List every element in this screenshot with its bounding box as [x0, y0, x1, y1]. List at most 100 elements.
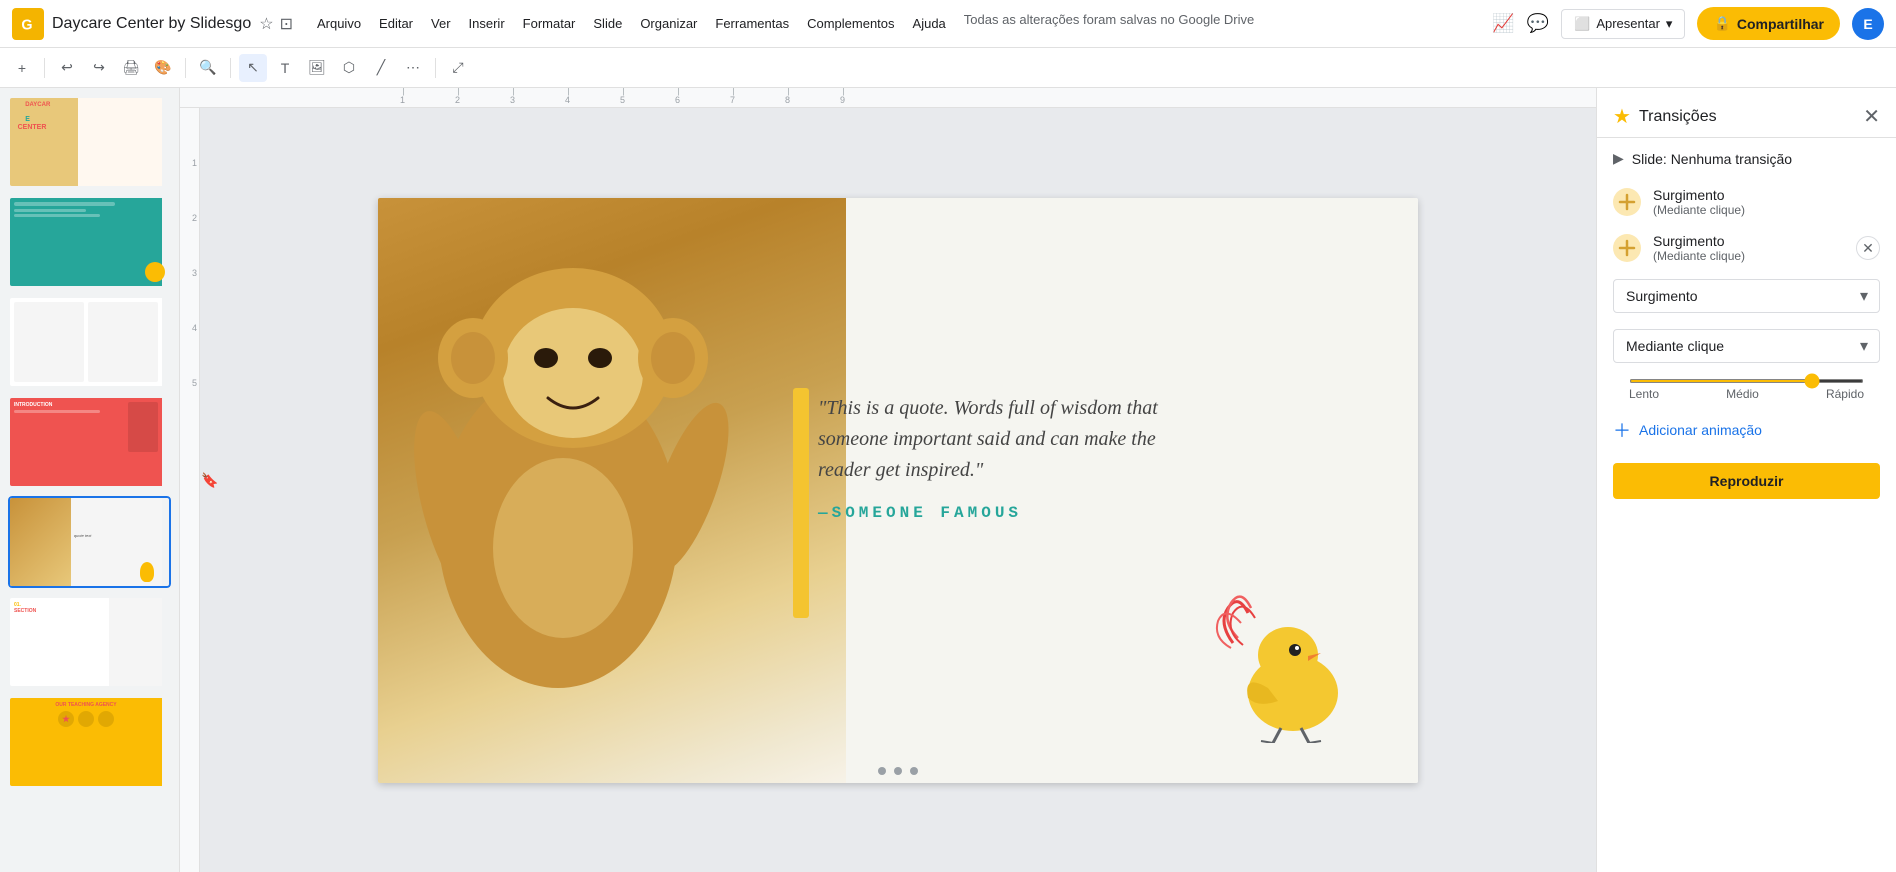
slide-transition-row[interactable]: ▶ Slide: Nenhuma transição — [1597, 138, 1896, 179]
speed-label-slow: Lento — [1629, 387, 1659, 401]
menu-arquivo[interactable]: Arquivo — [309, 12, 369, 35]
transitions-panel: ★ Transições ✕ ▶ Slide: Nenhuma transiçã… — [1596, 88, 1896, 872]
slide-3-inner — [8, 296, 171, 388]
menu-editar[interactable]: Editar — [371, 12, 421, 35]
slide-thumb-3[interactable]: 3 — [8, 296, 171, 388]
canvas-scroll: 1 2 3 4 5 — [180, 108, 1596, 872]
panel-star-icon: ★ — [1613, 104, 1631, 129]
chick-illustration — [1213, 583, 1353, 743]
ruler-mark-8: 8 — [760, 95, 815, 105]
slide-3-preview — [10, 298, 162, 386]
slide-thumb-5[interactable]: 5 quote text — [8, 496, 171, 588]
transition-sub-1: (Mediante clique) — [1653, 203, 1880, 217]
bottom-dot-3 — [910, 767, 918, 775]
zoom-button[interactable]: 🔍 — [194, 54, 222, 82]
transition-icon-1 — [1613, 188, 1641, 216]
slide-thumb-7[interactable]: 7 OUR TEACHING AGENCY — [8, 696, 171, 788]
present-button[interactable]: ⬜ Apresentar ▾ — [1561, 9, 1685, 39]
ruler-left-1: 1 — [180, 158, 199, 213]
ruler-mark-1: 1 — [375, 95, 430, 105]
transition-type-select[interactable]: Surgimento Dissolver Esmaecer — [1613, 279, 1880, 313]
shape-tool[interactable]: ⬡ — [335, 54, 363, 82]
menu-organizar[interactable]: Organizar — [632, 12, 705, 35]
slide-6-inner: 01. SECTION — [8, 596, 171, 688]
speed-label-fast: Rápido — [1826, 387, 1864, 401]
transition-icon-2 — [1613, 234, 1641, 262]
slide-7-preview: OUR TEACHING AGENCY — [10, 698, 162, 786]
more-tools[interactable]: ⋯ — [399, 54, 427, 82]
add-button[interactable]: + — [8, 54, 36, 82]
comment-icon[interactable]: 💬 — [1527, 13, 1549, 34]
redo-button[interactable]: ↪ — [85, 54, 113, 82]
transition-info-1: Surgimento (Mediante clique) — [1653, 187, 1880, 217]
monkey-illustration — [398, 228, 758, 768]
slides-sidebar: 1 DAYCAR E CENTER 2 — [0, 88, 180, 872]
quote-container: "This is a quote. Words full of wisdom t… — [818, 393, 1198, 522]
slide-thumb-1[interactable]: 1 DAYCAR E CENTER — [8, 96, 171, 188]
save-status: Todas as alterações foram salvas no Goog… — [964, 12, 1493, 35]
add-animation-label: Adicionar animação — [1639, 422, 1762, 438]
transition-name-1: Surgimento — [1653, 187, 1880, 203]
transition-trigger-select[interactable]: Mediante clique Após anterior — [1613, 329, 1880, 363]
slide-canvas[interactable]: "This is a quote. Words full of wisdom t… — [378, 198, 1418, 783]
line-tool[interactable]: ╱ — [367, 54, 395, 82]
play-button[interactable]: Reproduzir — [1613, 463, 1880, 499]
title-icons: ☆ ⊡ — [259, 14, 293, 34]
image-tool[interactable]: 🖼 — [303, 54, 331, 82]
present-label: Apresentar — [1596, 16, 1660, 31]
star-icon[interactable]: ☆ — [259, 14, 273, 34]
print-button[interactable]: 🖨 — [117, 54, 145, 82]
transition-info-2: Surgimento (Mediante clique) — [1653, 233, 1844, 263]
menu-complementos[interactable]: Complementos — [799, 12, 902, 35]
slide-thumb-4[interactable]: 4 INTRODUCTION — [8, 396, 171, 488]
add-animation-icon: ＋ — [1613, 417, 1631, 443]
svg-text:G: G — [21, 17, 32, 33]
toolbar: + ↩ ↪ 🖨 🎨 🔍 ↖ T 🖼 ⬡ ╱ ⋯ ⤢ — [0, 48, 1896, 88]
undo-button[interactable]: ↩ — [53, 54, 81, 82]
slide-2-inner — [8, 196, 171, 288]
slide-7-inner: OUR TEACHING AGENCY — [8, 696, 171, 788]
slide-5-preview: quote text — [10, 498, 162, 586]
panel-close-button[interactable]: ✕ — [1863, 104, 1880, 129]
panel-header: ★ Transições ✕ — [1597, 88, 1896, 138]
slide-thumb-2[interactable]: 2 — [8, 196, 171, 288]
slide-thumb-6[interactable]: 6 01. SECTION — [8, 596, 171, 688]
transition-remove-button[interactable]: ✕ — [1856, 236, 1880, 260]
speed-label-medium: Médio — [1726, 387, 1759, 401]
share-label: Compartilhar — [1737, 16, 1824, 32]
menu-ajuda[interactable]: Ajuda — [905, 12, 954, 35]
ruler-marks-top: 1 2 3 4 5 6 7 8 9 — [375, 95, 870, 105]
select-tool[interactable]: ↖ — [239, 54, 267, 82]
speed-slider-row — [1613, 379, 1880, 387]
text-tool[interactable]: T — [271, 54, 299, 82]
panel-title-text: Transições — [1639, 108, 1717, 126]
menu-formatar[interactable]: Formatar — [515, 12, 584, 35]
transition-trigger-dropdown-wrapper: Mediante clique Após anterior — [1613, 329, 1880, 363]
fullscreen-button[interactable]: ⤢ — [444, 54, 472, 82]
separator-3 — [230, 58, 231, 78]
slide-4-preview: INTRODUCTION — [10, 398, 162, 486]
main-layout: 1 DAYCAR E CENTER 2 — [0, 88, 1896, 872]
ruler-left-2: 2 — [180, 213, 199, 268]
transition-type-dropdown-wrapper: Surgimento Dissolver Esmaecer — [1613, 279, 1880, 313]
menu-ver[interactable]: Ver — [423, 12, 459, 35]
folder-icon[interactable]: ⊡ — [280, 14, 293, 34]
speed-slider[interactable] — [1629, 379, 1864, 383]
canvas-area: 🔖 1 2 3 4 5 6 7 8 9 1 2 3 4 — [180, 88, 1596, 872]
ruler-left-4: 4 — [180, 323, 199, 378]
menu-slide[interactable]: Slide — [585, 12, 630, 35]
top-right-actions: 📈 💬 ⬜ Apresentar ▾ 🔒 Compartilhar E — [1492, 7, 1884, 40]
ruler-mark-9: 9 — [815, 95, 870, 105]
user-avatar[interactable]: E — [1852, 8, 1884, 40]
add-animation-row[interactable]: ＋ Adicionar animação — [1597, 405, 1896, 455]
present-chevron: ▾ — [1666, 16, 1673, 32]
menu-ferramentas[interactable]: Ferramentas — [707, 12, 797, 35]
menu-inserir[interactable]: Inserir — [461, 12, 513, 35]
transition-item-1: Surgimento (Mediante clique) — [1597, 179, 1896, 225]
app-logo: G — [12, 8, 44, 40]
share-button[interactable]: 🔒 Compartilhar — [1697, 7, 1840, 40]
trend-icon[interactable]: 📈 — [1492, 13, 1514, 34]
bottom-dot-2 — [894, 767, 902, 775]
ruler-left-3: 3 — [180, 268, 199, 323]
paint-format-button[interactable]: 🎨 — [149, 54, 177, 82]
